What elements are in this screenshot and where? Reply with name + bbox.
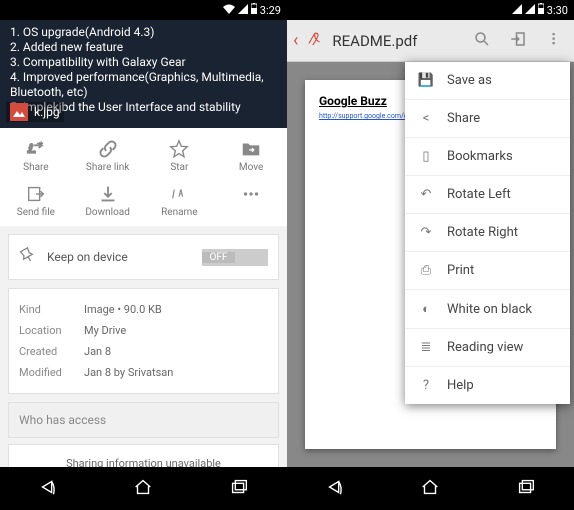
print-icon: ⎙ (417, 263, 435, 278)
share-icon: < (417, 111, 435, 126)
pin-icon (19, 247, 35, 267)
back-nav-icon[interactable] (37, 476, 59, 502)
signal-icon-2 (525, 4, 535, 17)
share-button[interactable]: Share (6, 138, 66, 173)
home-nav-icon[interactable] (419, 476, 441, 502)
menu-white-on-black[interactable]: ◐White on black (405, 290, 570, 329)
menu-save-as[interactable]: 💾Save as (405, 62, 570, 100)
menu-rotate-left[interactable]: ↶Rotate Left (405, 176, 570, 214)
file-details: KindImage • 90.0 KB LocationMy Drive Cre… (8, 288, 279, 394)
clock: 3:29 (260, 4, 281, 17)
bookmark-icon: ▯ (417, 149, 435, 164)
help-icon: ? (417, 378, 435, 393)
send-file-button[interactable]: Send file (6, 183, 66, 218)
move-button[interactable]: Move (221, 138, 281, 173)
share-link-button[interactable]: Share link (78, 138, 138, 173)
menu-bookmarks[interactable]: ▯Bookmarks (405, 138, 570, 176)
menu-print[interactable]: ⎙Print (405, 252, 570, 290)
contrast-icon: ◐ (417, 301, 435, 317)
image-file-icon (10, 103, 28, 121)
recent-nav-icon[interactable] (228, 476, 250, 502)
details-panel: Keep on device OFF KindImage • 90.0 KB L… (0, 226, 287, 491)
keep-on-device-label: Keep on device (47, 250, 128, 264)
rotate-left-icon: ↶ (417, 187, 435, 202)
document-title: README.pdf (332, 32, 460, 50)
reading-icon: ≣ (417, 340, 435, 355)
image-preview: OS upgrade(Android 4.3) Added new featur… (0, 20, 287, 128)
overflow-icon[interactable] (540, 30, 568, 52)
appbar: ‹ README.pdf (287, 20, 574, 62)
who-has-access-header: Who has access (8, 402, 279, 438)
battery-icon (538, 3, 544, 17)
phone-left: 3:29 OS upgrade(Android 4.3) Added new f… (0, 0, 287, 510)
navbar (0, 467, 287, 510)
actions-panel: Share Share link Star Move Send file (0, 128, 287, 226)
navbar (287, 467, 574, 510)
search-icon[interactable] (468, 30, 496, 52)
filename-bar: k.jpg (6, 102, 64, 122)
menu-rotate-right[interactable]: ↷Rotate Right (405, 214, 570, 252)
home-nav-icon[interactable] (132, 476, 154, 502)
menu-help[interactable]: ?Help (405, 367, 570, 404)
clock: 3:30 (547, 4, 568, 17)
svg-text:I: I (172, 188, 176, 203)
menu-share[interactable]: <Share (405, 100, 570, 138)
menu-reading-view[interactable]: ≣Reading view (405, 329, 570, 367)
rotate-right-icon: ↷ (417, 225, 435, 240)
signal-icon (512, 4, 522, 17)
pdf-icon (306, 30, 324, 52)
statusbar: 3:29 (0, 0, 287, 20)
star-button[interactable]: Star (149, 138, 209, 173)
recent-nav-icon[interactable] (515, 476, 537, 502)
phone-right: 3:30 ‹ README.pdf Google Buzz http://sup… (287, 0, 574, 510)
more-button[interactable] (221, 183, 281, 218)
document-viewport[interactable]: Google Buzz http://support.google.com/dr… (287, 62, 574, 467)
signal-icon (238, 4, 248, 17)
rename-button[interactable]: I Rename (149, 183, 209, 218)
back-nav-icon[interactable] (324, 476, 346, 502)
statusbar: 3:30 (287, 0, 574, 20)
overflow-menu: 💾Save as <Share ▯Bookmarks ↶Rotate Left … (405, 62, 570, 404)
save-icon: 💾 (417, 73, 435, 88)
keep-on-device-toggle[interactable]: OFF (202, 249, 268, 266)
download-button[interactable]: Download (78, 183, 138, 218)
wifi-icon (223, 4, 235, 17)
open-in-icon[interactable] (504, 30, 532, 52)
back-icon[interactable]: ‹ (293, 30, 298, 51)
filename: k.jpg (34, 105, 60, 120)
battery-icon (251, 3, 257, 17)
keep-on-device-row: Keep on device OFF (8, 234, 279, 280)
